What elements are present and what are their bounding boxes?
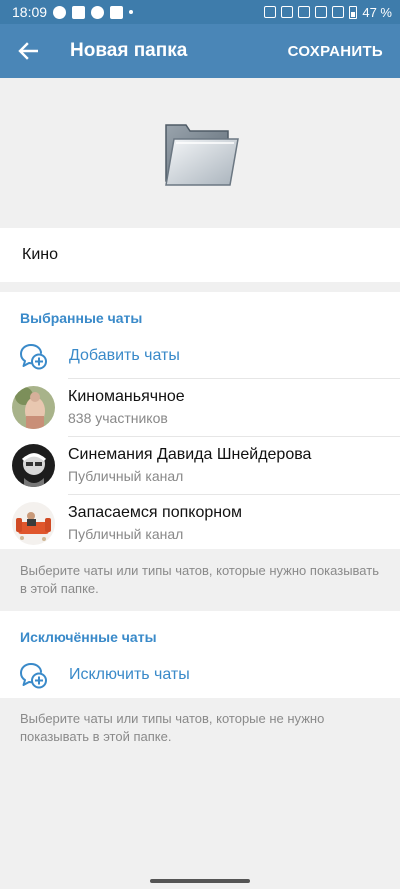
chat-subtitle: Публичный канал xyxy=(68,525,184,542)
chat-subtitle: Публичный канал xyxy=(68,467,184,484)
excluded-chats-section: Исключённые чаты Исключить чаты xyxy=(0,611,400,698)
chat-name: Запасаемся попкорном xyxy=(68,503,242,521)
status-time: 18:09 xyxy=(12,4,48,20)
folder-illustration xyxy=(0,78,400,228)
save-button[interactable]: СОХРАНИТЬ xyxy=(288,43,383,60)
exclude-chats-button[interactable]: Исключить чаты xyxy=(0,653,400,697)
included-chats-section: Выбранные чаты Добавить чаты Киноманьячн… xyxy=(0,292,400,549)
included-chats-header: Выбранные чаты xyxy=(20,310,143,326)
status-bar: 18:09 47 % xyxy=(0,0,400,24)
excluded-chats-hint: Выберите чаты или типы чатов, которые не… xyxy=(20,711,325,744)
arrow-back-icon xyxy=(18,42,38,60)
add-chats-label: Добавить чаты xyxy=(69,347,180,364)
app-bar: Новая папка СОХРАНИТЬ xyxy=(0,24,400,78)
folder-name-field[interactable]: Кино xyxy=(0,228,400,282)
page-title: Новая папка xyxy=(70,40,188,61)
home-indicator[interactable] xyxy=(150,879,250,883)
add-chats-button[interactable]: Добавить чаты xyxy=(0,334,400,378)
avatar xyxy=(12,385,55,429)
folder-icon xyxy=(165,124,239,186)
add-chat-icon xyxy=(20,663,47,689)
back-button[interactable] xyxy=(0,24,56,78)
messenger-icon xyxy=(53,5,67,19)
system-icons: 47 % xyxy=(264,5,392,20)
image-icon xyxy=(110,5,124,19)
battery-percent: 47 % xyxy=(362,4,392,20)
messenger-icon xyxy=(91,5,105,19)
chat-row-zapasaemsya-popkornom[interactable]: Запасаемся попкорном Публичный канал xyxy=(0,494,400,552)
exclude-chats-label: Исключить чаты xyxy=(69,666,190,683)
more-notifications-icon xyxy=(129,10,134,14)
chat-subtitle: 838 участников xyxy=(68,409,168,426)
chat-name: Киноманьячное xyxy=(68,387,185,405)
excluded-chats-header: Исключённые чаты xyxy=(20,629,157,645)
add-chat-icon xyxy=(20,344,47,370)
wifi-icon xyxy=(315,6,328,18)
included-chats-hint: Выберите чаты или типы чатов, которые ну… xyxy=(20,563,379,596)
folder-name-value: Кино xyxy=(22,246,58,263)
app-notification-icon xyxy=(72,5,86,19)
chat-name: Синемания Давида Шнейдерова xyxy=(68,445,312,463)
vibrate-icon xyxy=(298,6,311,18)
signal-icon xyxy=(332,6,345,18)
bluetooth-icon xyxy=(281,6,294,18)
avatar xyxy=(12,443,55,487)
chat-row-cinemania[interactable]: Синемания Давида Шнейдерова Публичный ка… xyxy=(0,436,400,494)
battery-icon xyxy=(349,5,358,19)
chat-row-kinomanyachnoe[interactable]: Киноманьячное 838 участников xyxy=(0,378,400,436)
nfc-icon xyxy=(264,6,277,18)
avatar xyxy=(12,501,55,545)
notification-icons xyxy=(53,5,134,19)
